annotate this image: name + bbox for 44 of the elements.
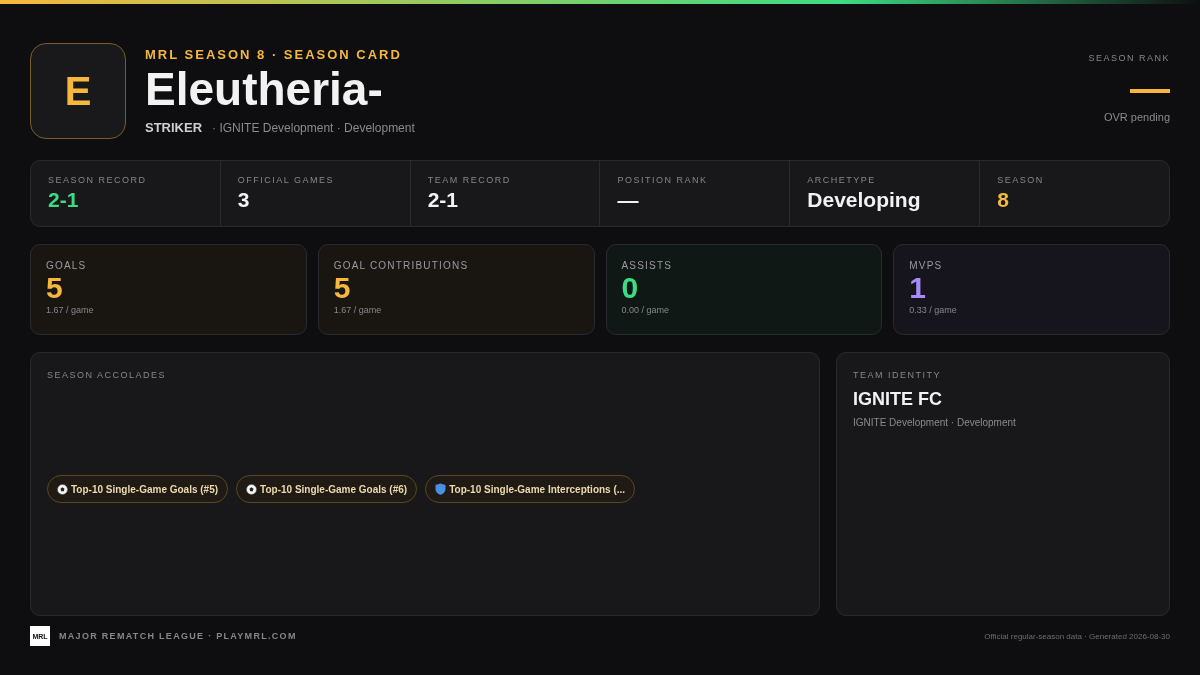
summary-label: SEASON bbox=[997, 175, 1045, 185]
footer-note: Official regular-season data · Generated 2026-08-30 bbox=[984, 631, 1170, 641]
soccer-ball-icon bbox=[57, 483, 68, 495]
shield-icon bbox=[435, 483, 447, 495]
league-text: MAJOR REMATCH LEAGUE · PLAYMRL.COM bbox=[59, 631, 298, 641]
summary-value: Developing bbox=[807, 188, 922, 212]
per-game-text: 1.67 / game bbox=[333, 305, 383, 315]
avatar-letter: E bbox=[30, 43, 126, 139]
panel-title: SEASON ACCOLADES bbox=[47, 370, 168, 380]
stat-value: 5 bbox=[46, 271, 64, 305]
accolade-chip: Top-10 Single-Game Interceptions (... bbox=[425, 475, 636, 503]
accolade-chip: Top-10 Single-Game Goals (#5) bbox=[47, 475, 229, 503]
team-subtitle: IGNITE Development · Development bbox=[853, 417, 1017, 428]
summary-label: ARCHETYPE bbox=[807, 175, 877, 185]
summary-value: 2-1 bbox=[48, 188, 80, 212]
rank-value: — bbox=[1130, 69, 1170, 107]
rank-label: SEASON RANK bbox=[1088, 53, 1170, 63]
summary-label: TEAM RECORD bbox=[427, 175, 512, 185]
summary-value: 8 bbox=[997, 188, 1010, 212]
summary-label: OFFICIAL GAMES bbox=[237, 175, 335, 185]
rank-note: OVR pending bbox=[1103, 111, 1170, 123]
summary-value: 2-1 bbox=[427, 188, 459, 212]
eyebrow-text: MRL SEASON 8 · SEASON CARD bbox=[145, 47, 403, 62]
stat-label: GOAL CONTRIBUTIONS bbox=[333, 260, 470, 271]
position-label: STRIKER bbox=[145, 120, 203, 135]
stat-label: ASSISTS bbox=[621, 260, 674, 271]
team-name: IGNITE FC bbox=[853, 389, 943, 410]
per-game-text: 0.00 / game bbox=[621, 305, 671, 315]
stat-label: MVPS bbox=[909, 260, 944, 271]
soccer-ball-icon bbox=[246, 483, 258, 495]
summary-label: POSITION RANK bbox=[617, 175, 709, 185]
stat-label: GOALS bbox=[46, 260, 88, 271]
summary-label: SEASON RECORD bbox=[48, 175, 148, 185]
stat-value: 5 bbox=[333, 271, 352, 305]
team-line: · IGNITE Development · Development bbox=[212, 121, 415, 135]
summary-value: 3 bbox=[237, 188, 251, 212]
accolade-chip: Top-10 Single-Game Goals (#6) bbox=[236, 475, 418, 503]
per-game-text: 0.33 / game bbox=[909, 305, 958, 315]
player-name: Eleutheria- bbox=[145, 62, 384, 116]
stat-value: 1 bbox=[909, 271, 927, 305]
stat-value: 0 bbox=[621, 271, 640, 305]
summary-value: — bbox=[617, 188, 640, 212]
panel-title: TEAM IDENTITY bbox=[853, 370, 942, 380]
per-game-text: 1.67 / game bbox=[46, 305, 95, 315]
